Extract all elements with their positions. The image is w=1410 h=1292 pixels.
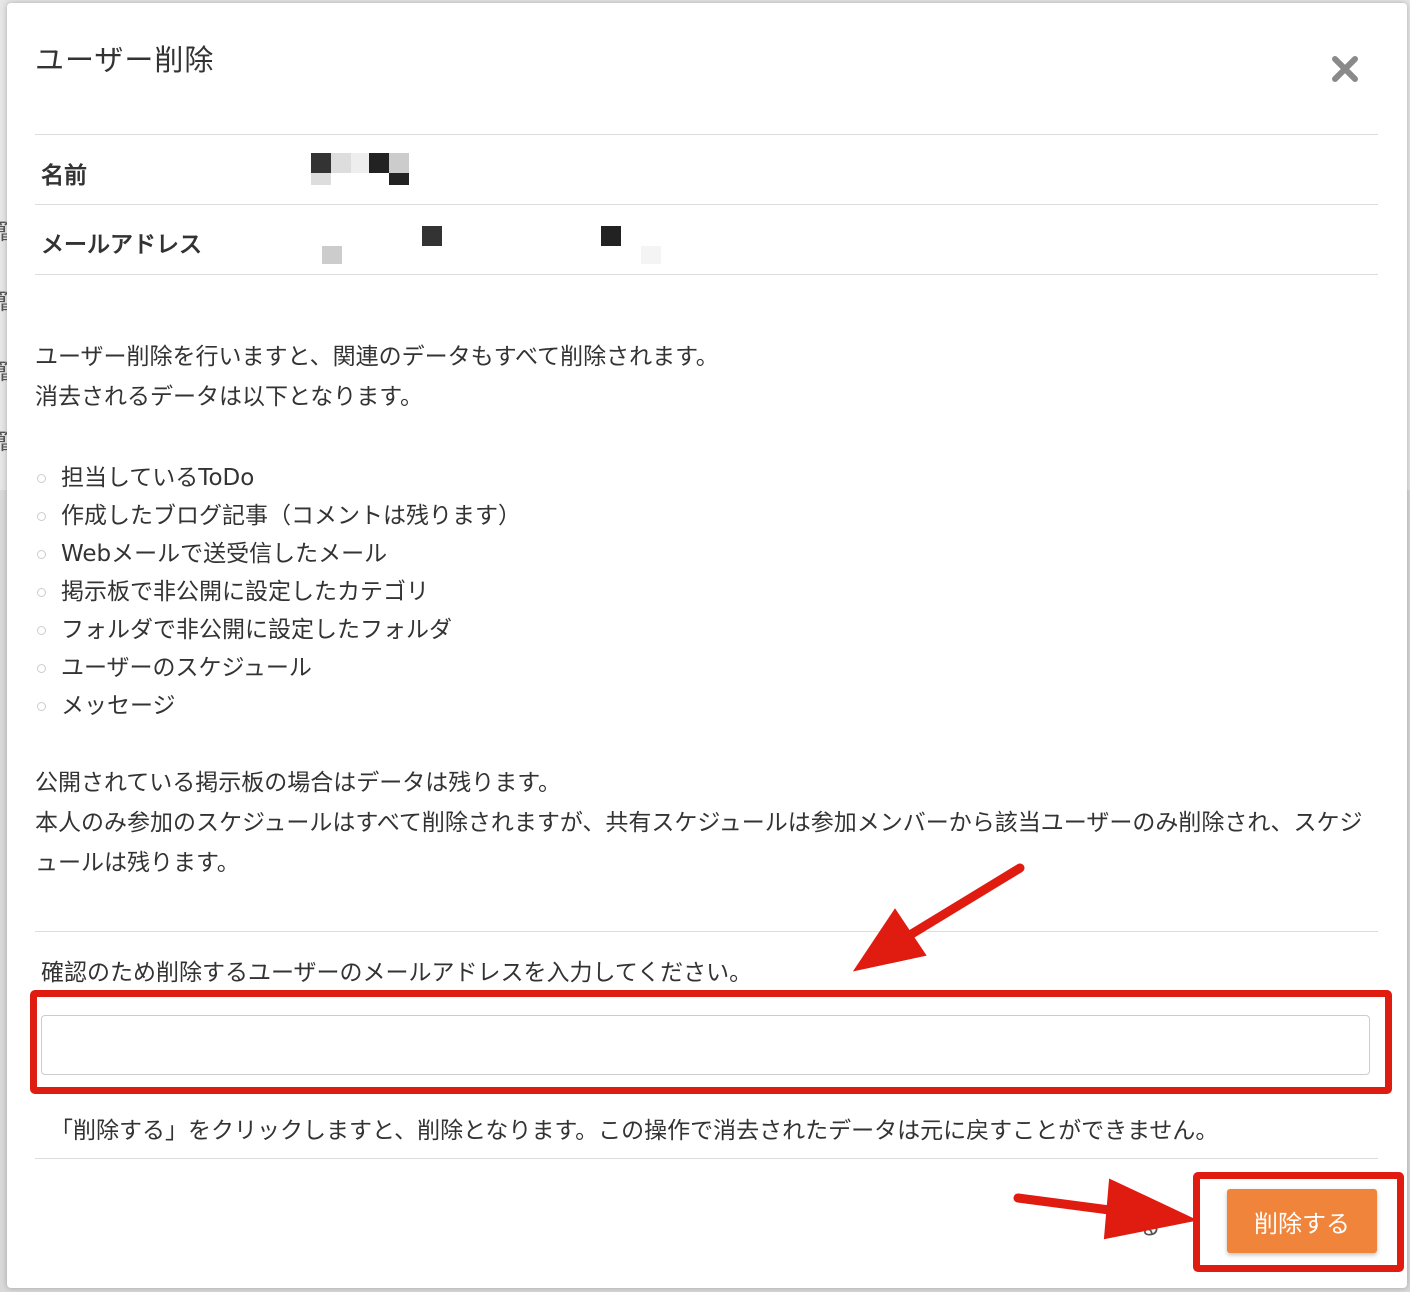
annotation-arrows bbox=[852, 863, 1199, 1240]
annotation-arrow bbox=[1013, 1178, 1199, 1240]
annotation-arrow bbox=[852, 863, 1025, 972]
